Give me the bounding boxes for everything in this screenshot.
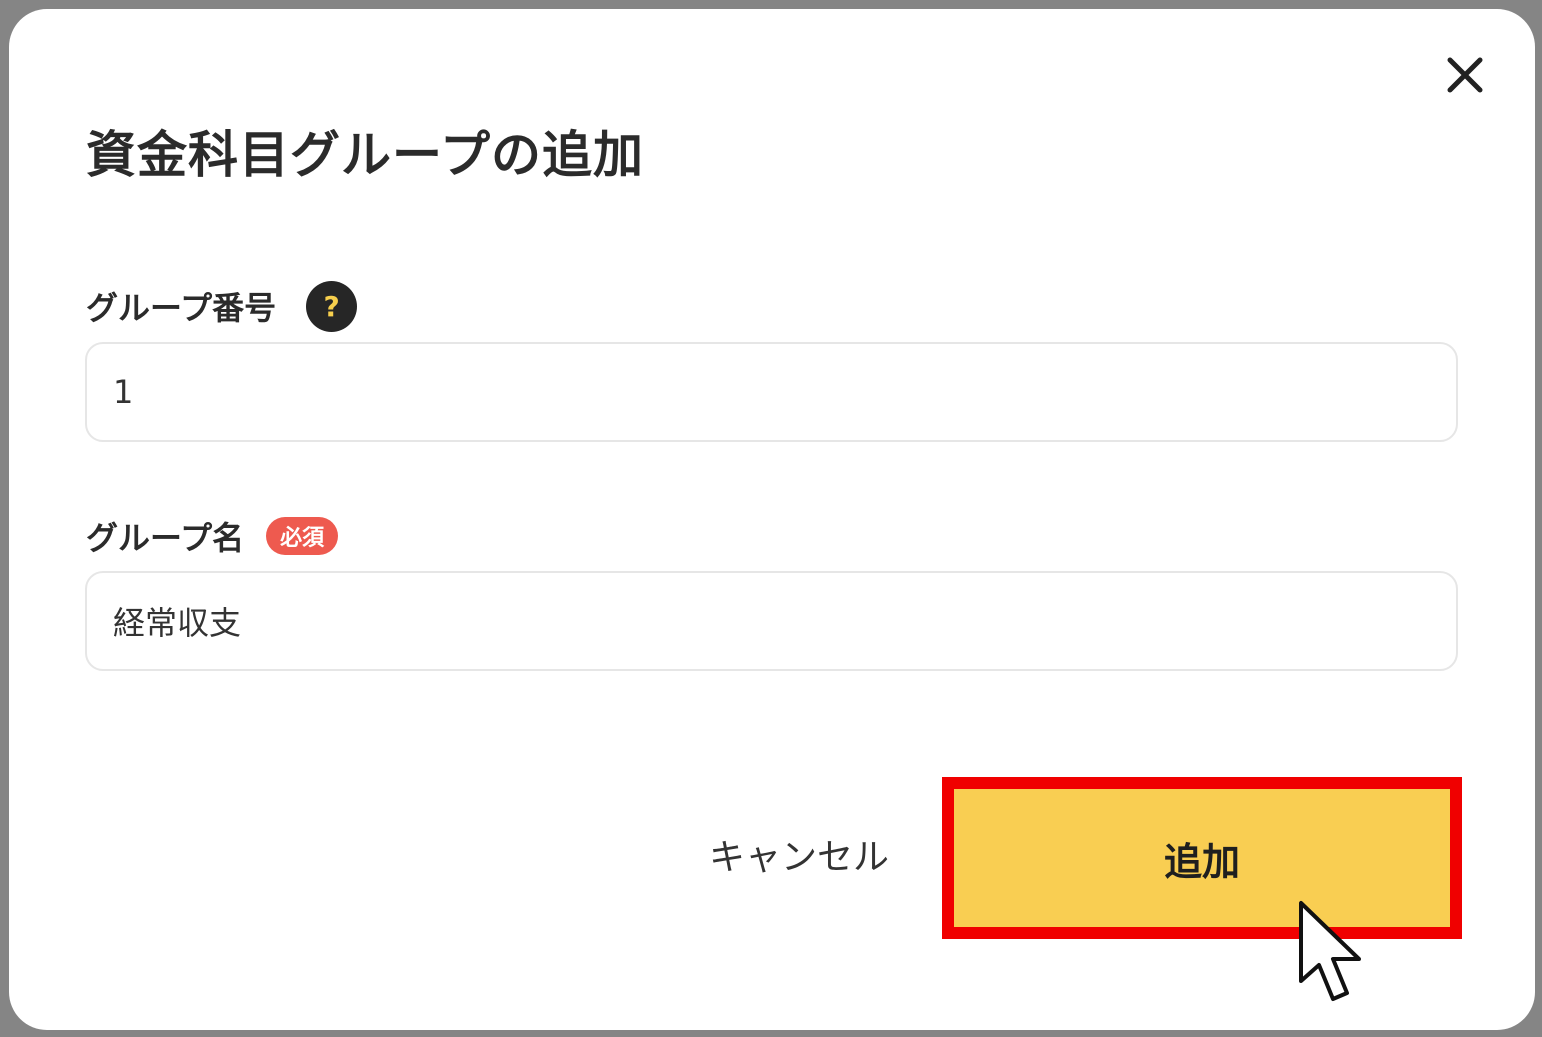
add-group-dialog: 資金科目グループの追加 グループ番号 ? グループ名 必須 キャンセル 追加 xyxy=(9,9,1535,1030)
group-number-label-row: グループ番号 ? xyxy=(86,279,358,333)
group-name-input[interactable] xyxy=(85,571,1458,671)
add-button[interactable]: 追加 xyxy=(954,789,1450,927)
dialog-title: 資金科目グループの追加 xyxy=(86,126,644,184)
help-icon[interactable]: ? xyxy=(306,280,358,332)
close-button[interactable] xyxy=(1445,55,1485,95)
group-number-input[interactable] xyxy=(85,342,1458,442)
group-number-label: グループ番号 xyxy=(86,289,277,327)
group-name-label-row: グループ名 必須 xyxy=(86,509,339,563)
close-icon xyxy=(1447,57,1483,93)
group-name-label: グループ名 xyxy=(86,519,245,557)
required-badge: 必須 xyxy=(266,517,339,555)
cancel-button[interactable]: キャンセル xyxy=(699,819,899,889)
